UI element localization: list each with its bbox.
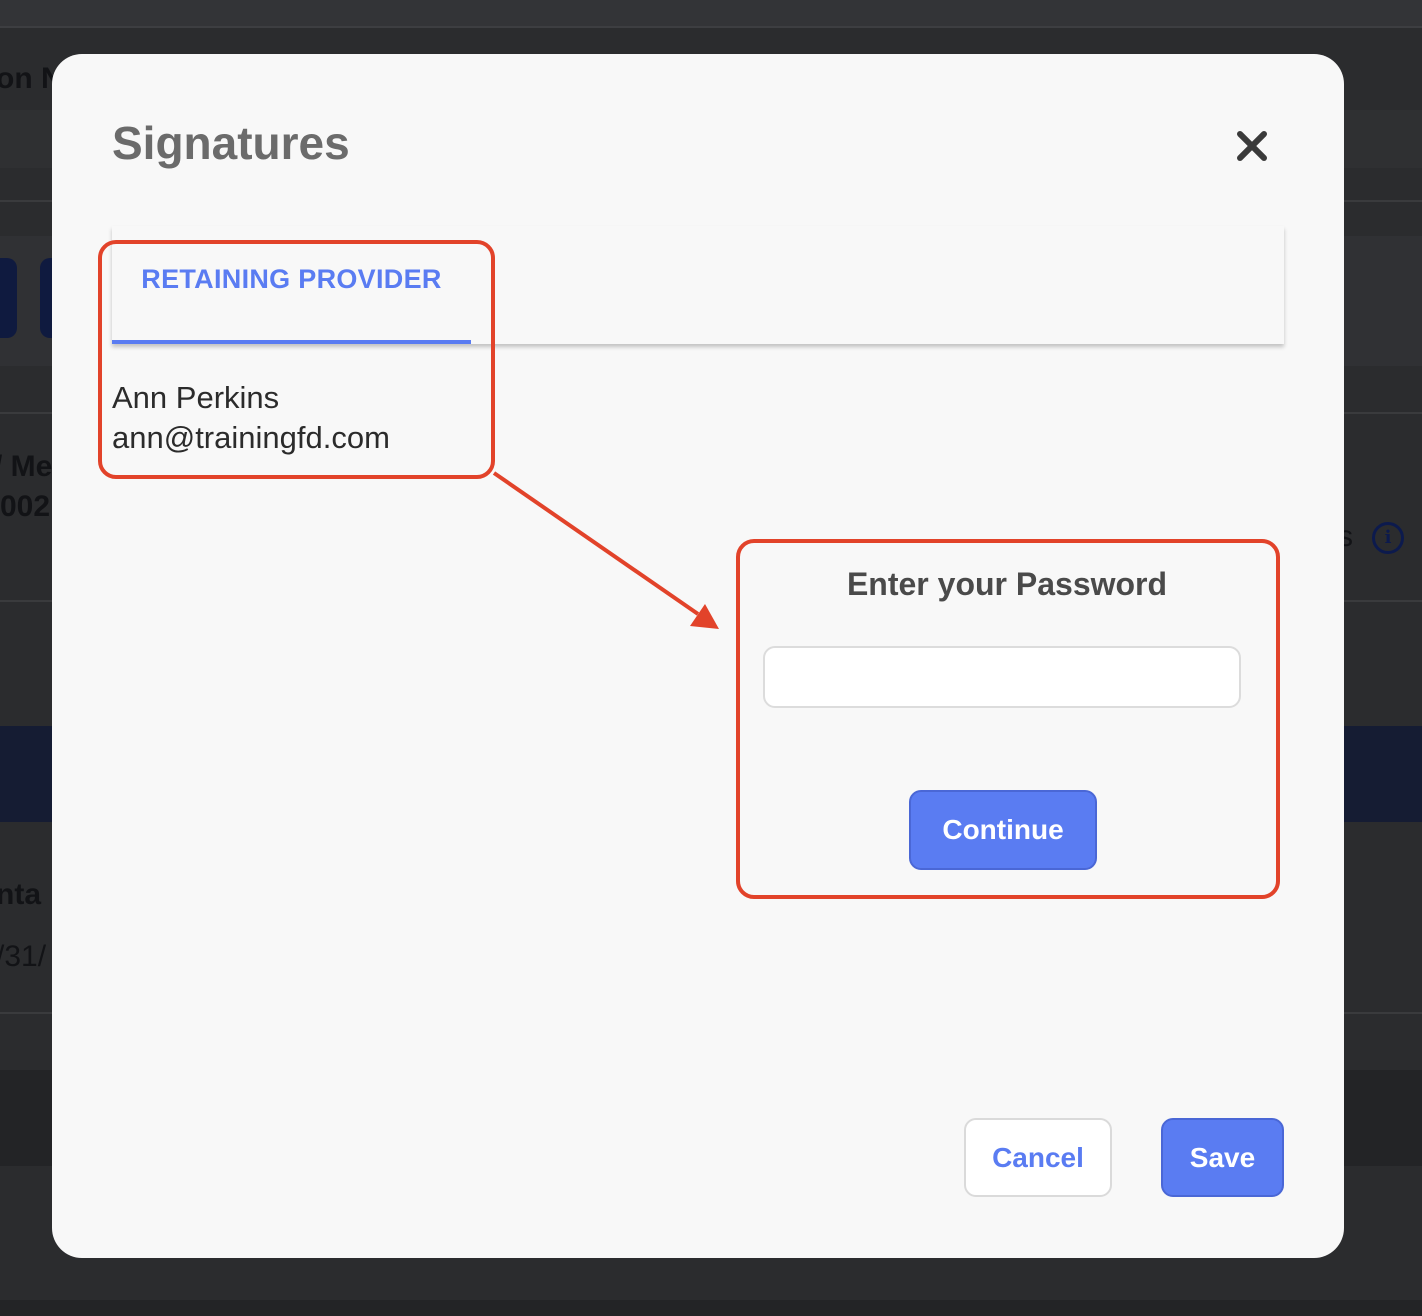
tabs-bar: RETAINING PROVIDER	[112, 226, 1284, 344]
info-icon: i	[1372, 522, 1404, 554]
continue-button[interactable]: Continue	[909, 790, 1097, 870]
bg-top-bar	[0, 0, 1422, 26]
bg-bottom-strip	[0, 1300, 1422, 1316]
close-icon	[1237, 131, 1267, 161]
bg-fragment: 002	[0, 490, 51, 523]
tab-label: RETAINING PROVIDER	[141, 264, 442, 294]
bg-divider	[0, 26, 1422, 28]
password-input[interactable]	[763, 646, 1241, 708]
tab-retaining-provider[interactable]: RETAINING PROVIDER	[112, 226, 471, 344]
bg-fragment: nta	[0, 878, 41, 911]
active-tab-indicator	[112, 340, 471, 344]
provider-email: ann@trainingfd.com	[112, 420, 390, 455]
password-label: Enter your Password	[846, 566, 1168, 602]
save-button[interactable]: Save	[1161, 1118, 1284, 1197]
bg-fragment: / Me	[0, 450, 53, 483]
cancel-button[interactable]: Cancel	[964, 1118, 1112, 1197]
close-button[interactable]	[1228, 124, 1276, 172]
bg-button	[0, 258, 17, 338]
modal-title: Signatures	[112, 117, 350, 169]
bg-fragment: /31/	[0, 940, 47, 973]
signatures-modal: Signatures RETAINING PROVIDER Ann Perkin…	[52, 54, 1344, 1258]
provider-name: Ann Perkins	[112, 380, 280, 415]
